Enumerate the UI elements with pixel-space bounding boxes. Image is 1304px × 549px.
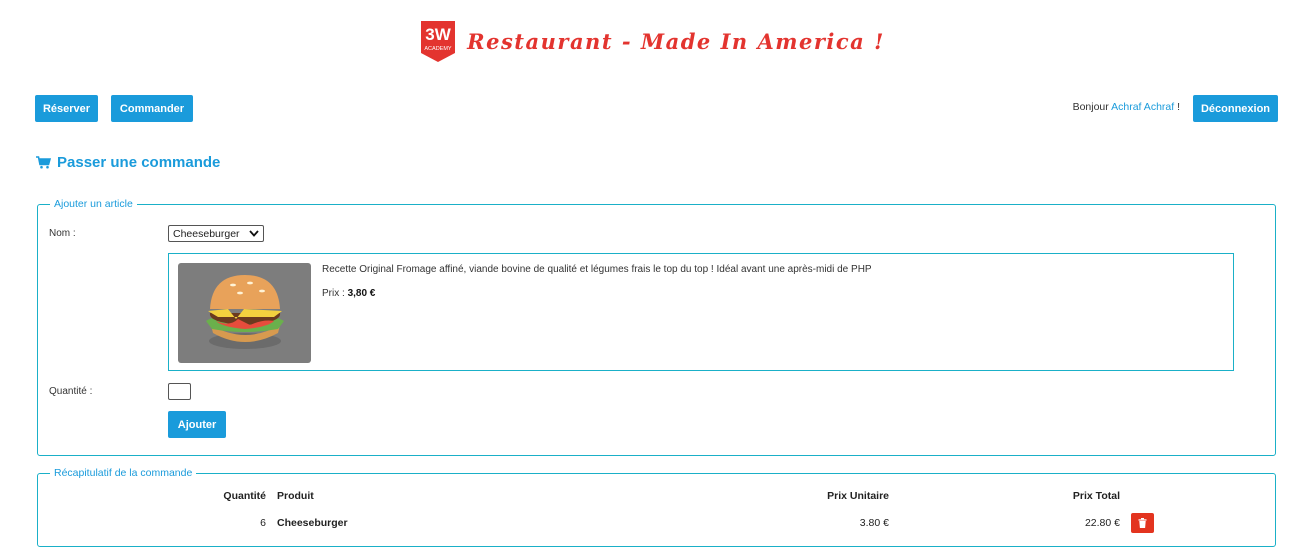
shopping-cart-icon xyxy=(36,156,51,169)
row-unit-price: 3.80 € xyxy=(859,517,889,529)
chevron-down-icon xyxy=(249,230,259,237)
column-header-unit-price: Prix Unitaire xyxy=(827,490,889,502)
logo-subtext: ACADEMY xyxy=(425,46,453,52)
order-summary-fieldset: Récapitulatif de la commande Quantité Pr… xyxy=(37,467,1276,547)
logo-text: 3W xyxy=(425,25,451,44)
order-summary-legend: Récapitulatif de la commande xyxy=(50,467,197,479)
logout-button[interactable]: Déconnexion xyxy=(1193,95,1278,122)
column-header-quantity: Quantité xyxy=(223,490,266,502)
site-header: 3W ACADEMY Restaurant - Made In America … xyxy=(0,19,1304,63)
page-title-text: Passer une commande xyxy=(57,154,221,171)
product-description: Recette Original Fromage affiné, viande … xyxy=(322,264,872,275)
delete-item-button[interactable] xyxy=(1131,513,1154,533)
row-total-price: 22.80 € xyxy=(1084,517,1120,529)
cheeseburger-image xyxy=(206,275,284,349)
column-header-product: Produit xyxy=(277,490,314,502)
trash-icon xyxy=(1138,518,1147,528)
user-greeting: Bonjour Achraf Achraf ! xyxy=(1073,101,1180,113)
logo-shield-icon: 3W ACADEMY xyxy=(421,21,456,62)
product-select[interactable]: Cheeseburger xyxy=(168,225,264,242)
page-title: Passer une commande xyxy=(36,154,220,171)
order-button[interactable]: Commander xyxy=(111,95,193,122)
price-value: 3,80 € xyxy=(347,288,376,299)
greeting-prefix: Bonjour xyxy=(1072,101,1109,113)
row-quantity: 6 xyxy=(260,517,266,529)
product-select-value: Cheeseburger xyxy=(173,227,240,240)
quantity-input[interactable] xyxy=(168,383,191,400)
product-price: Prix : 3,80 € xyxy=(322,288,375,299)
add-article-fieldset: Ajouter un article Nom : Cheeseburger Re… xyxy=(37,198,1276,456)
site-title: Restaurant - Made In America ! xyxy=(467,28,885,54)
product-image xyxy=(178,263,311,363)
greeting-suffix: ! xyxy=(1177,101,1180,113)
price-label: Prix : xyxy=(322,288,345,299)
add-article-legend: Ajouter un article xyxy=(50,198,137,210)
name-label: Nom : xyxy=(49,228,76,239)
reserve-button[interactable]: Réserver xyxy=(35,95,98,122)
user-name-link[interactable]: Achraf Achraf xyxy=(1111,101,1174,113)
academy-logo: 3W ACADEMY xyxy=(419,19,457,63)
product-card: Recette Original Fromage affiné, viande … xyxy=(168,253,1234,371)
column-header-total-price: Prix Total xyxy=(1072,490,1120,502)
quantity-label: Quantité : xyxy=(49,386,93,397)
add-article-button[interactable]: Ajouter xyxy=(168,411,226,438)
row-product: Cheeseburger xyxy=(277,517,348,529)
